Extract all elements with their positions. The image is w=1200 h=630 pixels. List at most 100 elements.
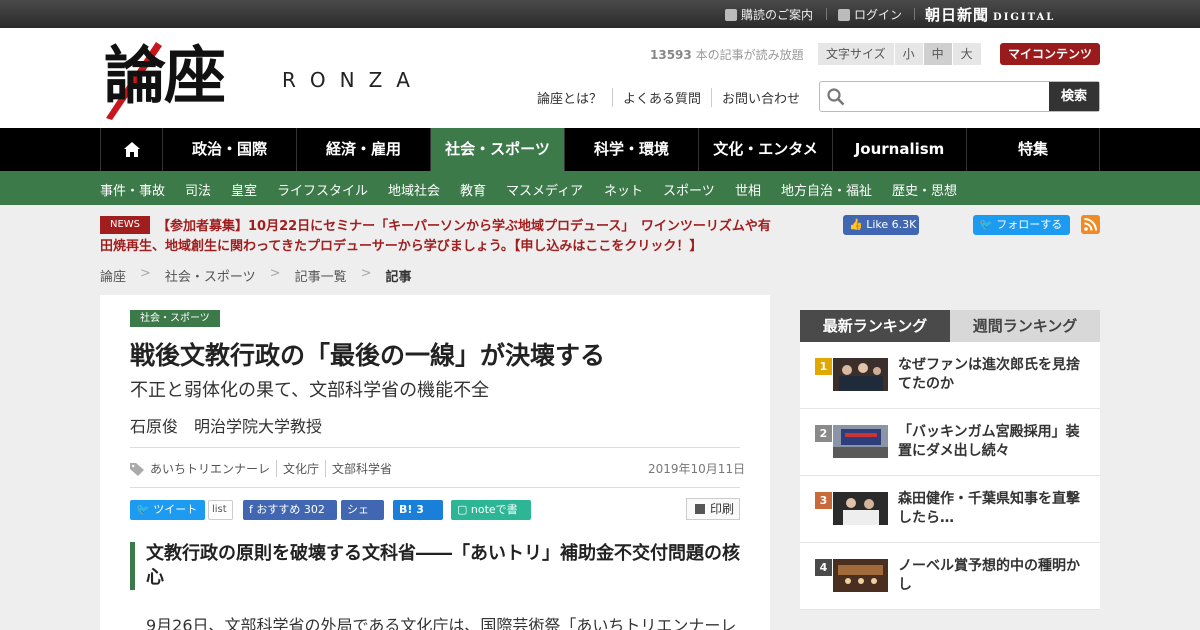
article-author[interactable]: 石原俊 明治学院大学教授 [130, 413, 322, 437]
breadcrumb-category[interactable]: 社会・スポーツ [165, 266, 256, 285]
main-nav: 政治・国際 経済・雇用 社会・スポーツ 科学・環境 文化・エンタメ Journa… [0, 128, 1200, 171]
subnav-item[interactable]: 歴史・思想 [892, 180, 957, 199]
subnav-item[interactable]: ライフスタイル [277, 180, 368, 199]
about-link[interactable]: 論座とは？ [537, 88, 612, 107]
ranking-title: 「バッキンガム宮殿採用」装置にダメ出し続々 [898, 424, 1080, 459]
category-tag[interactable]: 社会・スポーツ [130, 310, 220, 327]
contact-link[interactable]: お問い合わせ [711, 88, 810, 107]
hatena-bookmark-button[interactable]: B! 3 [393, 500, 443, 520]
subnav-item[interactable]: 地域社会 [388, 180, 440, 199]
nav-features[interactable]: 特集 [966, 128, 1100, 171]
article-body: 9月26日、文部科学省の外局である文化庁は、国際芸術祭「あいちトリエンナーレ [146, 616, 737, 630]
subnav-item[interactable]: 教育 [460, 180, 486, 199]
font-size-large[interactable]: 大 [952, 43, 982, 65]
tag-icon [130, 462, 144, 476]
article-subtitle: 不正と弱体化の果て、文部科学省の機能不全 [130, 380, 490, 401]
tag-item[interactable]: 文化庁 [276, 460, 325, 477]
site-logo-sub[interactable]: RONZA [282, 68, 424, 92]
header: 論座 RONZA 13593 本の記事が読み放題 文字サイズ 小 中 大 マイコ… [0, 28, 1200, 128]
section-heading: 文教行政の原則を破壊する文科省――「あいトリ」補助金不交付問題の核心 [130, 542, 740, 590]
nav-culture[interactable]: 文化・エンタメ [698, 128, 832, 171]
hatena-icon: B! [399, 503, 417, 516]
rank-number: 2 [815, 425, 832, 442]
note-button[interactable]: ▢ noteで書く [451, 500, 531, 536]
top-bar: 購読のご案内 ログイン 朝日新聞 DIGITAL [0, 0, 1200, 28]
ranking-item[interactable]: 4 ノーベル賞予想的中の種明かし [800, 543, 1100, 610]
font-size-switcher: 文字サイズ 小 中 大 [818, 43, 982, 65]
lock-icon [838, 8, 850, 21]
article-date: 2019年10月11日 [648, 462, 746, 476]
breadcrumb-current: 記事 [385, 270, 412, 285]
ranking-item[interactable]: 1 なぜファンは進次郎氏を見捨てたのか [800, 342, 1100, 409]
article-title: 戦後文教行政の「最後の一線」が決壊する [130, 341, 606, 370]
ranking-thumbnail [833, 425, 888, 458]
divider [826, 8, 827, 20]
sub-nav: 事件・事故 司法 皇室 ライフスタイル 地域社会 教育 マスメディア ネット ス… [0, 171, 1200, 205]
login-link[interactable]: ログイン [838, 6, 902, 23]
news-link[interactable]: 【参加者募集】10月22日にセミナー「キーパーソンから学ぶ地域プロデュース」 ワ… [100, 217, 780, 257]
article-card: 社会・スポーツ 戦後文教行政の「最後の一線」が決壊する 不正と弱体化の果て、文部… [100, 295, 770, 630]
ranking-title: 森田健作・千葉県知事を直撃したら… [898, 491, 1080, 526]
breadcrumb-list[interactable]: 記事一覧 [295, 266, 347, 285]
twitter-follow-button[interactable]: 🐦 フォローする [973, 215, 1070, 235]
ranking-item[interactable]: 3 森田健作・千葉県知事を直撃したら… [800, 476, 1100, 543]
tab-latest-ranking[interactable]: 最新ランキング [800, 310, 950, 342]
nav-economy[interactable]: 経済・雇用 [296, 128, 430, 171]
font-size-label: 文字サイズ [818, 43, 895, 65]
chevron-right-icon: > [360, 266, 372, 281]
rank-number: 1 [815, 358, 832, 375]
search-icon [827, 88, 845, 106]
breadcrumb-home[interactable]: 論座 [100, 266, 126, 285]
subnav-item[interactable]: 事件・事故 [100, 180, 165, 199]
tweet-button[interactable]: 🐦 ツイート [130, 500, 205, 520]
print-button[interactable]: 印刷 [686, 498, 740, 520]
font-size-small[interactable]: 小 [894, 43, 924, 65]
my-contents-button[interactable]: マイコンテンツ [1000, 43, 1100, 65]
chevron-right-icon: > [140, 266, 151, 281]
thumbs-up-icon: 👍 [849, 218, 867, 231]
twitter-bird-icon: 🐦 [136, 503, 154, 516]
ranking-title: なぜファンは進次郎氏を見捨てたのか [898, 357, 1080, 392]
tab-weekly-ranking[interactable]: 週間ランキング [950, 310, 1100, 342]
tag-item[interactable]: あいちトリエンナーレ [150, 460, 276, 477]
ranking-tabs: 最新ランキング 週間ランキング [800, 310, 1100, 342]
subnav-item[interactable]: スポーツ [663, 180, 715, 199]
nav-home[interactable] [100, 128, 162, 171]
ranking-thumbnail [833, 559, 888, 592]
tag-item[interactable]: 文部科学省 [325, 460, 398, 477]
read-count: 13593 本の記事が読み放題 [650, 48, 804, 62]
rank-number: 4 [815, 559, 832, 576]
ranking-item[interactable]: 2 「バッキンガム宮殿採用」装置にダメ出し続々 [800, 409, 1100, 476]
divider [914, 8, 915, 20]
faq-link[interactable]: よくある質問 [612, 88, 711, 107]
facebook-share-button[interactable]: シェア [341, 500, 384, 536]
site-logo[interactable]: 論座 [104, 38, 226, 114]
ranking-thumbnail [833, 492, 888, 525]
twitter-bird-icon: 🐦 [979, 218, 997, 231]
rss-icon[interactable] [1081, 215, 1100, 234]
asahi-digital-logo[interactable]: 朝日新聞 DIGITAL [925, 4, 1055, 25]
nav-politics[interactable]: 政治・国際 [162, 128, 296, 171]
subscribe-link[interactable]: 購読のご案内 [725, 6, 813, 23]
ranking-title: ノーベル賞予想的中の種明かし [898, 558, 1080, 593]
nav-science[interactable]: 科学・環境 [564, 128, 698, 171]
nav-society-sports[interactable]: 社会・スポーツ [430, 128, 564, 171]
edit-icon [725, 8, 737, 21]
search-button[interactable]: 検索 [1049, 82, 1099, 111]
subnav-item[interactable]: ネット [604, 180, 643, 199]
printer-icon [695, 504, 705, 514]
header-links: 論座とは？ よくある質問 お問い合わせ [537, 88, 810, 107]
subnav-item[interactable]: 地方自治・福祉 [781, 180, 872, 199]
font-size-medium[interactable]: 中 [923, 43, 953, 65]
nav-journalism[interactable]: Journalism [832, 128, 966, 171]
facebook-recommend-button[interactable]: f おすすめ 302 [243, 500, 337, 520]
tweet-count[interactable]: list [208, 500, 233, 520]
subnav-item[interactable]: マスメディア [506, 180, 583, 199]
divider [130, 447, 740, 448]
subnav-item[interactable]: 皇室 [231, 180, 257, 199]
facebook-like-button[interactable]: 👍 Like 6.3K [843, 215, 919, 235]
subnav-item[interactable]: 世相 [735, 180, 761, 199]
search-box: 検索 [819, 81, 1100, 112]
subnav-item[interactable]: 司法 [185, 180, 211, 199]
chevron-right-icon: > [269, 266, 281, 281]
